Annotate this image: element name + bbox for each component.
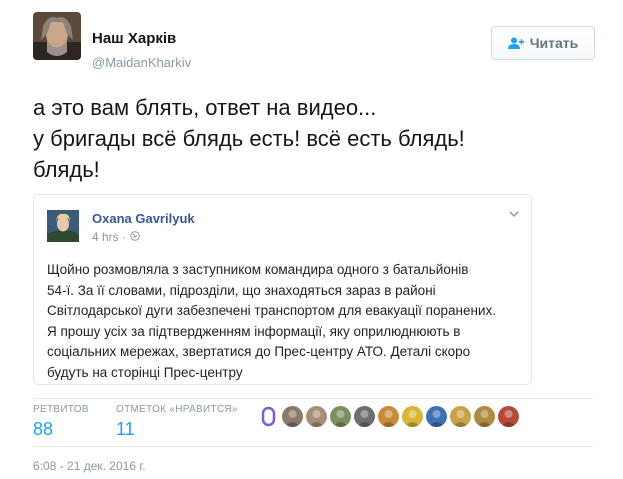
retweets-stat[interactable]: РЕТВИТОВ 88 <box>33 404 89 440</box>
follow-label: Читать <box>529 35 579 51</box>
chevron-down-icon[interactable] <box>507 207 521 221</box>
embedded-post-meta: 4 hrs · <box>92 230 140 244</box>
embedded-post-line: Я прошу усіх за підтвердженням інформаці… <box>47 323 461 339</box>
tweet-text: а это вам блять, ответ на видео... у бри… <box>33 92 593 185</box>
embedded-post-time[interactable]: 4 hrs · <box>92 230 126 244</box>
embedded-post-body: Щойно розмовляла з заступником командира… <box>47 260 527 383</box>
embedded-post-line: Світлодарської дуги забезпечені транспор… <box>47 303 496 318</box>
embedded-post-card[interactable]: Oxana Gavrilyuk 4 hrs · Щойно розмовляла… <box>33 194 532 385</box>
likes-stat[interactable]: ОТМЕТОК «НРАВИТСЯ» 11 <box>116 404 238 440</box>
embedded-author-name[interactable]: Oxana Gavrilyuk <box>92 211 195 226</box>
liker-avatar[interactable] <box>282 406 303 427</box>
follow-button[interactable]: Читать <box>491 26 595 60</box>
liker-avatar[interactable] <box>258 406 279 427</box>
embedded-author-avatar[interactable] <box>47 210 79 242</box>
tweet-header: Наш Харків @MaidanKharkiv Читать <box>33 12 595 74</box>
liker-avatars <box>258 406 519 427</box>
likes-count: 11 <box>116 419 135 439</box>
retweets-label: РЕТВИТОВ <box>33 404 89 415</box>
liker-avatar[interactable] <box>354 406 375 427</box>
retweets-count: 88 <box>33 419 54 439</box>
liker-avatar[interactable] <box>306 406 327 427</box>
tweet-text-line: блядь! <box>33 157 100 182</box>
add-user-icon <box>507 37 524 49</box>
likes-label: ОТМЕТОК «НРАВИТСЯ» <box>116 404 238 415</box>
divider <box>33 398 593 399</box>
tweet-text-line: у бригады всё блядь есть! всё есть блядь… <box>33 126 465 151</box>
liker-avatar[interactable] <box>378 406 399 427</box>
liker-avatar[interactable] <box>402 406 423 427</box>
embedded-post-line: будуть на сторінці Прес-центру <box>47 364 243 380</box>
liker-avatar[interactable] <box>498 406 519 427</box>
author-avatar[interactable] <box>33 12 81 60</box>
tweet-text-line: а это вам блять, ответ на видео... <box>33 95 377 120</box>
author-name[interactable]: Наш Харків <box>92 30 176 47</box>
embedded-post-line: Щойно розмовляла з заступником командира… <box>47 262 469 277</box>
author-handle[interactable]: @MaidanKharkiv <box>92 55 191 70</box>
liker-avatar[interactable] <box>330 406 351 427</box>
globe-icon <box>130 230 140 244</box>
liker-avatar[interactable] <box>474 406 495 427</box>
embedded-post-line: соціальних мережах, звертатися до Прес-ц… <box>47 344 471 359</box>
tweet-timestamp[interactable]: 6:08 - 21 дек. 2016 г. <box>33 459 146 473</box>
divider <box>33 446 593 447</box>
liker-avatar[interactable] <box>450 406 471 427</box>
liker-avatar[interactable] <box>426 406 447 427</box>
embedded-post-line: 54-ї. За її словами, підрозділи, що знах… <box>47 282 436 298</box>
